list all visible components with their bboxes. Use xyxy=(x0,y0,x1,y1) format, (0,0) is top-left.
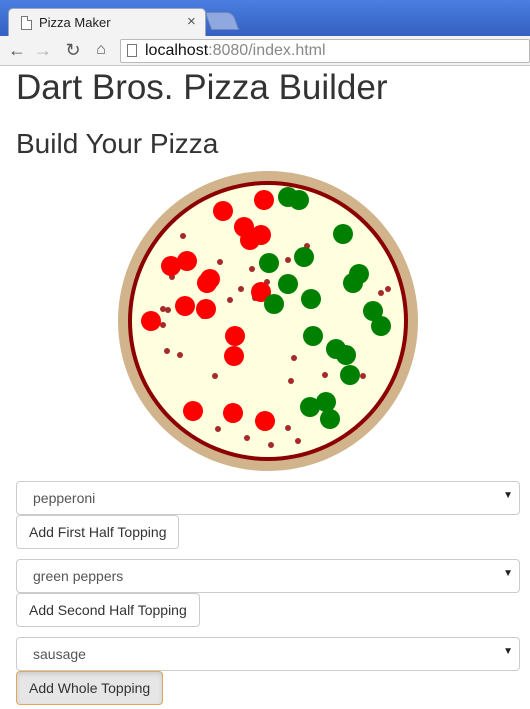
page-icon xyxy=(21,16,32,30)
green-pepper-topping xyxy=(294,247,314,267)
green-pepper-topping xyxy=(333,224,353,244)
sausage-topping xyxy=(244,435,250,441)
sausage-topping xyxy=(180,233,186,239)
home-icon[interactable]: ⌂ xyxy=(90,39,112,61)
sausage-topping xyxy=(249,266,255,272)
whole-topping-select[interactable]: sausage ▼ xyxy=(16,637,520,671)
first-half-selected: pepperoni xyxy=(33,490,96,506)
chevron-down-icon: ▼ xyxy=(503,646,513,657)
green-pepper-topping xyxy=(320,409,340,429)
sausage-topping xyxy=(322,372,328,378)
browser-toolbar: ← → ↻ ⌂ localhost:8080/index.html xyxy=(0,36,530,66)
add-second-half-topping-button[interactable]: Add Second Half Topping xyxy=(16,593,200,627)
address-bar[interactable]: localhost:8080/index.html xyxy=(120,39,530,63)
add-whole-topping-button[interactable]: Add Whole Topping xyxy=(16,671,164,705)
pepperoni-topping xyxy=(197,273,217,293)
pepperoni-topping xyxy=(255,411,275,431)
green-pepper-topping xyxy=(343,273,363,293)
sausage-topping xyxy=(285,257,291,263)
whole-selected: sausage xyxy=(33,646,86,662)
chevron-down-icon: ▼ xyxy=(503,490,513,501)
pepperoni-topping xyxy=(213,201,233,221)
page-subtitle: Build Your Pizza xyxy=(16,128,219,159)
chevron-down-icon: ▼ xyxy=(503,568,513,579)
green-pepper-topping xyxy=(264,294,284,314)
pepperoni-topping xyxy=(251,225,271,245)
forward-icon[interactable]: → xyxy=(32,39,54,61)
pepperoni-topping xyxy=(177,251,197,271)
sausage-topping xyxy=(165,307,171,313)
first-half-topping-select[interactable]: pepperoni ▼ xyxy=(16,481,520,515)
green-pepper-topping xyxy=(336,345,356,365)
pepperoni-topping xyxy=(183,401,203,421)
page-content: Dart Bros. Pizza Builder Build Your Pizz… xyxy=(0,66,530,709)
sausage-topping xyxy=(177,352,183,358)
url-path: :8080/index.html xyxy=(208,42,326,59)
sausage-topping xyxy=(360,373,366,379)
close-tab-icon[interactable]: × xyxy=(187,13,196,30)
green-pepper-topping xyxy=(301,289,321,309)
sausage-topping xyxy=(212,373,218,379)
sausage-topping xyxy=(227,297,233,303)
green-pepper-topping xyxy=(371,316,391,336)
pepperoni-topping xyxy=(223,403,243,423)
sausage-topping xyxy=(285,425,291,431)
second-half-selected: green peppers xyxy=(33,568,124,584)
tab-title: Pizza Maker xyxy=(39,15,111,30)
green-pepper-topping xyxy=(278,274,298,294)
page-icon xyxy=(127,44,137,57)
sausage-topping xyxy=(238,286,244,292)
second-half-topping-select[interactable]: green peppers ▼ xyxy=(16,559,520,593)
url-host: localhost xyxy=(145,42,209,59)
pepperoni-topping xyxy=(175,296,195,316)
pizza-canvas xyxy=(118,171,418,471)
green-pepper-topping xyxy=(340,365,360,385)
pepperoni-topping xyxy=(254,190,274,210)
green-pepper-topping xyxy=(259,253,279,273)
sausage-topping xyxy=(295,438,301,444)
pepperoni-topping xyxy=(141,311,161,331)
sausage-topping xyxy=(164,348,170,354)
green-pepper-topping xyxy=(289,190,309,210)
pepperoni-topping xyxy=(224,346,244,366)
green-pepper-topping xyxy=(303,326,323,346)
add-first-half-topping-button[interactable]: Add First Half Topping xyxy=(16,515,180,549)
sausage-topping xyxy=(385,286,391,292)
sausage-topping xyxy=(215,426,221,432)
sausage-topping xyxy=(160,322,166,328)
pepperoni-topping xyxy=(196,299,216,319)
sausage-topping xyxy=(291,355,297,361)
green-pepper-topping xyxy=(300,397,320,417)
browser-tab[interactable]: Pizza Maker × xyxy=(8,8,206,36)
sausage-topping xyxy=(288,378,294,384)
sausage-topping xyxy=(378,290,384,296)
back-icon[interactable]: ← xyxy=(6,39,28,61)
address-url: localhost:8080/index.html xyxy=(145,42,326,60)
sausage-topping xyxy=(217,259,223,265)
page-title: Dart Bros. Pizza Builder xyxy=(16,68,388,107)
browser-titlebar: Pizza Maker × xyxy=(0,0,530,36)
new-tab-button[interactable] xyxy=(204,12,240,30)
reload-icon[interactable]: ↻ xyxy=(62,39,84,61)
sausage-topping xyxy=(268,442,274,448)
pepperoni-topping xyxy=(225,326,245,346)
sausage-topping xyxy=(160,306,166,312)
